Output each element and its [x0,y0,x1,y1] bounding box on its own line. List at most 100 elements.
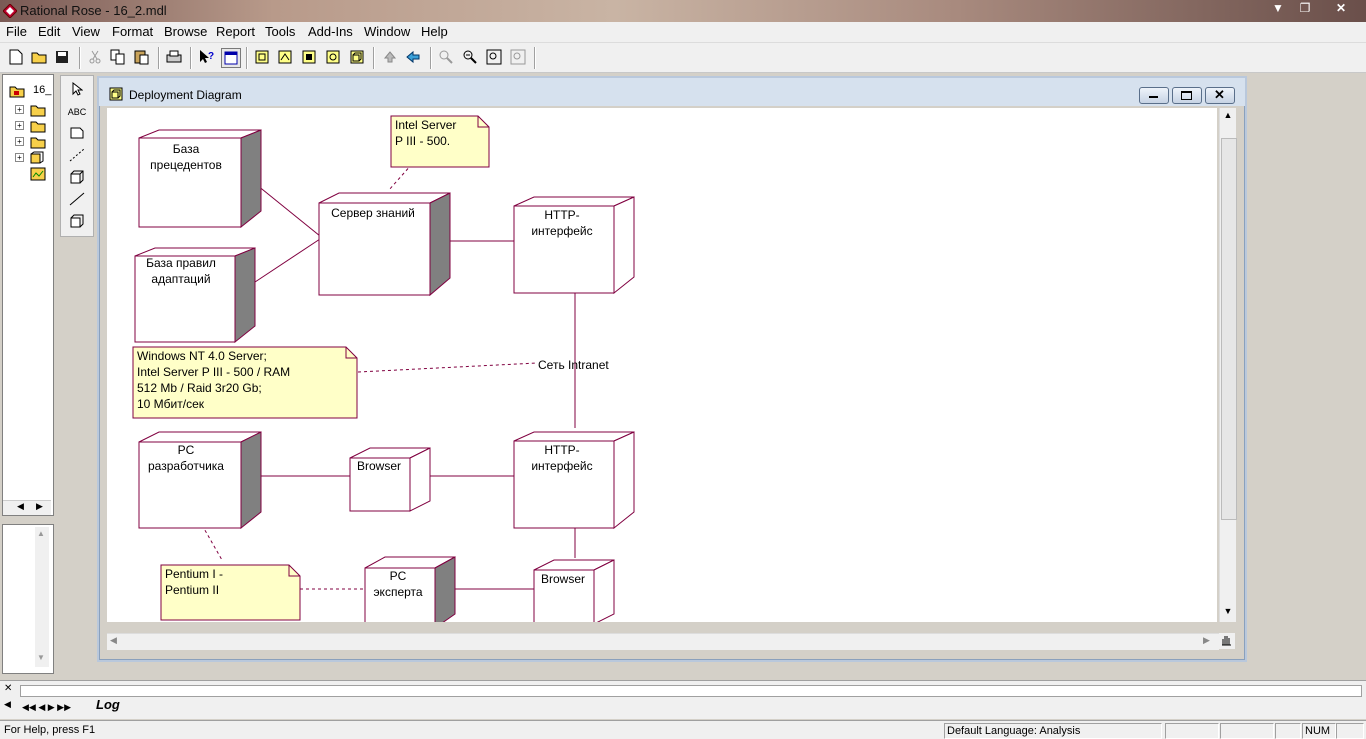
diagram-canvas[interactable]: База прецедентов База правил адаптаций Сер… [107,108,1217,622]
menu-add-ins[interactable]: Add-Ins [308,24,353,39]
log-tab-scroll[interactable]: ◀◀ ◀ ▶ ▶▶ [22,699,92,713]
fit-in-window-icon[interactable] [485,48,503,66]
expand-plus-icon[interactable]: + [15,105,24,114]
node-http-top[interactable]: HTTP-интерфейс [513,196,635,295]
component-diagram-icon[interactable] [300,48,318,66]
diagram-close-button[interactable]: ✕ [1205,87,1235,104]
note-anchor-line[interactable] [388,163,413,191]
rose-app-icon[interactable] [2,3,18,19]
node-pc-expert[interactable]: PC эксперта [364,556,456,622]
diagram-hscroll[interactable]: ◀ ▶ [107,633,1219,650]
menu-format[interactable]: Format [112,24,153,39]
cut-icon[interactable] [86,48,104,66]
scroll-right-icon[interactable]: ▶ [36,501,43,512]
node-baza-precedentov[interactable]: База прецедентов [138,129,262,229]
scroll-up-icon[interactable]: ▲ [1222,110,1234,122]
window-title: Rational Rose - 16_2.mdl [20,3,167,18]
node-server-znaniy[interactable]: Сервер знаний [318,192,451,297]
close-icon[interactable]: ✕ [1328,0,1354,18]
diagram-minimize-button[interactable] [1139,87,1169,104]
expand-plus-icon[interactable]: + [15,121,24,130]
status-cell [1165,723,1219,739]
paste-icon[interactable] [133,48,151,66]
note-anchor-line[interactable] [357,362,538,373]
zoom-out-icon[interactable] [461,48,479,66]
save-icon[interactable] [53,48,71,66]
menu-file[interactable]: File [6,24,27,39]
log-content[interactable] [20,685,1362,697]
deployment-diagram-icon[interactable] [348,48,366,66]
note-anchor-line[interactable] [201,524,223,561]
vscroll-thumb[interactable] [1221,138,1237,520]
menu-view[interactable]: View [72,24,100,39]
expand-plus-icon[interactable]: + [15,153,24,162]
log-nav-icon[interactable]: ◀ [4,699,11,710]
anchor-note-tool-icon[interactable] [67,146,87,164]
documentation-panel[interactable]: ▲ ▼ [2,524,54,674]
deployment-diagram-icon [109,87,123,101]
tree-deployment-diagram[interactable] [3,166,51,182]
status-language: Default Language: Analysis [944,723,1162,739]
connection-line[interactable] [245,238,321,289]
node-baza-pravil[interactable]: База правил адаптаций [134,247,256,344]
parent-diagram-icon[interactable] [381,48,399,66]
status-help-text: For Help, press F1 [4,724,96,736]
menu-window[interactable]: Window [364,24,410,39]
note-tool-icon[interactable] [67,124,87,142]
menu-tools[interactable]: Tools [265,24,295,39]
selection-tool-icon[interactable] [67,80,87,98]
tree-folder[interactable]: + [3,134,51,150]
new-file-icon[interactable] [7,48,25,66]
connection-tool-icon[interactable] [67,190,87,208]
usecase-diagram-icon[interactable] [276,48,294,66]
note-intel-server[interactable]: Intel Server P III - 500. [390,115,490,168]
scroll-down-icon[interactable]: ▼ [1222,606,1234,618]
node-browser-bottom[interactable]: Browser [533,559,615,622]
doc-vscroll[interactable]: ▲ ▼ [35,527,49,667]
class-diagram-icon[interactable] [253,48,271,66]
note-windows-nt[interactable]: Windows NT 4.0 Server; Intel Server P III… [132,346,358,419]
connection-label-intranet: Сеть Intranet [538,358,609,372]
text-box-tool-icon[interactable]: ABC [67,103,87,121]
deployment-diagram: База прецедентов База правил адаптаций Сер… [132,115,635,622]
print-icon[interactable] [165,48,183,66]
note-pentium[interactable]: Pentium I -Pentium II [160,564,301,621]
scroll-left-icon[interactable]: ◀ [17,501,24,512]
menu-browse[interactable]: Browse [164,24,207,39]
open-folder-icon[interactable] [30,48,48,66]
tree-folder[interactable]: + [3,118,51,134]
node-pc-razrab[interactable]: PC разработчика [138,431,262,530]
zoom-in-icon[interactable] [437,48,455,66]
tree-deployment-view[interactable]: + [3,150,51,166]
tree-root[interactable]: 16_ [3,83,51,99]
minimize-icon[interactable]: ▼ [1265,0,1291,18]
statechart-diagram-icon[interactable] [324,48,342,66]
context-help-icon[interactable]: ? [197,48,215,66]
model-browser[interactable]: 16_ + + + + ◀ ▶ [2,74,54,516]
tree-folder[interactable]: + [3,102,51,118]
diagram-vscroll[interactable]: ▲ ▼ [1219,108,1237,622]
restore-icon[interactable]: ❐ [1292,0,1318,18]
node-http-bottom[interactable]: HTTP-интерфейс [513,431,635,530]
scroll-down-icon[interactable]: ▼ [37,653,45,662]
browser-hscroll[interactable]: ◀ ▶ [3,500,51,515]
processor-tool-icon[interactable] [67,168,87,186]
copy-icon[interactable] [109,48,127,66]
back-arrow-icon[interactable] [404,48,422,66]
scroll-right-icon[interactable]: ▶ [1203,635,1210,646]
undo-fit-icon[interactable] [509,48,527,66]
device-tool-icon[interactable] [67,212,87,230]
connection-line[interactable] [251,180,321,237]
scroll-left-icon[interactable]: ◀ [110,635,117,646]
expand-plus-icon[interactable]: + [15,137,24,146]
log-tab[interactable]: Log [96,697,120,712]
menu-report[interactable]: Report [216,24,255,39]
node-browser-mid[interactable]: Browser [349,447,431,512]
browser-toggle-icon[interactable] [221,48,241,68]
log-close-icon[interactable]: ✕ [4,683,12,694]
menu-edit[interactable]: Edit [38,24,60,39]
scroll-up-icon[interactable]: ▲ [37,529,45,538]
diagram-restore-button[interactable] [1172,87,1202,104]
pan-hand-icon[interactable] [1219,633,1235,649]
menu-help[interactable]: Help [421,24,448,39]
